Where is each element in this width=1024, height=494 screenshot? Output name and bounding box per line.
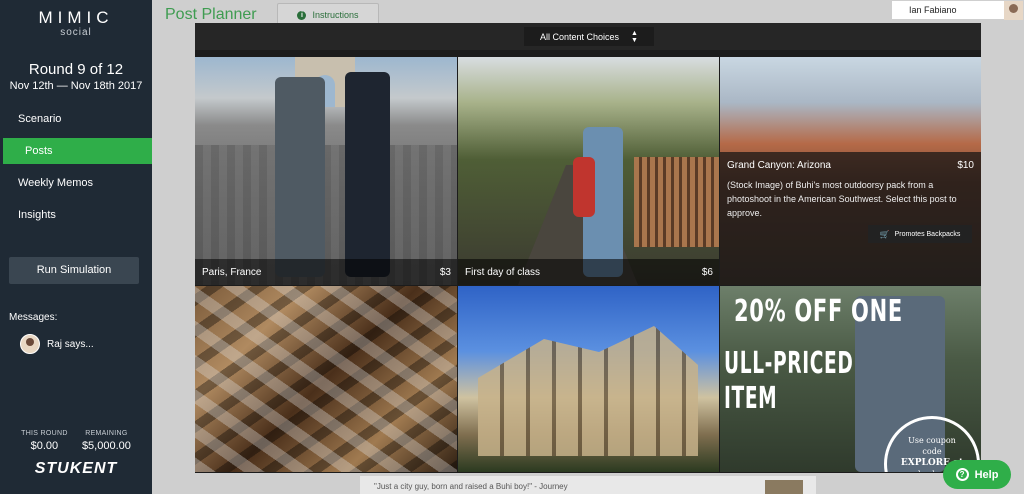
content-tile-promo[interactable]: 20% OFF ONE ULL-PRICED ITEM Use coupon c…	[720, 286, 981, 472]
app-logo[interactable]: MIMIC social	[0, 8, 152, 38]
promo-headline: 20% OFF ONE	[734, 294, 903, 329]
logo-sub-text: social	[60, 27, 92, 38]
help-label: Help	[974, 468, 999, 481]
fence-image	[634, 157, 719, 247]
sidebar: MIMIC social Round 9 of 12 Nov 12th — No…	[0, 0, 152, 494]
sort-caret-icon: ▲ ▼	[631, 29, 638, 44]
remaining-budget: REMAINING $5,000.00	[82, 430, 131, 452]
sidebar-item-insights[interactable]: Insights	[0, 202, 152, 234]
tile-description: (Stock Image) of Buhi's most outdoorsy p…	[727, 180, 957, 218]
post-preview-thumbnail	[765, 480, 803, 494]
page-title: Post Planner	[165, 6, 257, 23]
tile-detail-overlay: Grand Canyon: Arizona $10 (Stock Image) …	[720, 152, 981, 285]
user-name: Ian Fabiano	[909, 5, 957, 15]
content-tile-grand-canyon[interactable]: Grand Canyon: Arizona $10 (Stock Image) …	[720, 57, 981, 285]
info-icon: i	[297, 10, 307, 20]
content-filter-value: All Content Choices	[540, 31, 620, 42]
content-tile-paris[interactable]: Paris, France $3	[195, 57, 457, 285]
round-indicator: Round 9 of 12	[28, 61, 124, 78]
avatar	[20, 334, 40, 354]
help-button[interactable]: ? Help	[943, 460, 1011, 489]
messages-label: Messages:	[9, 312, 58, 323]
coupon-line: Use coupon	[908, 436, 956, 445]
tile-price: $6	[701, 266, 713, 278]
tile-caption: First day of class $6	[458, 259, 719, 285]
this-round-label: THIS ROUND	[21, 430, 68, 437]
this-round-value: $0.00	[30, 440, 59, 452]
budget-summary: THIS ROUND $0.00 REMAINING $5,000.00	[0, 430, 152, 452]
run-simulation-button[interactable]: Run Simulation	[9, 257, 139, 284]
this-round-budget: THIS ROUND $0.00	[21, 430, 68, 452]
brand-logo: STUKENT	[34, 460, 118, 477]
content-tile-architecture[interactable]	[195, 286, 457, 472]
sidebar-item-posts[interactable]: Posts	[3, 138, 152, 164]
backpack-image	[573, 157, 595, 217]
sidebar-item-weekly-memos[interactable]: Weekly Memos	[0, 170, 152, 202]
building-image	[478, 326, 698, 456]
sidebar-item-scenario[interactable]: Scenario	[0, 106, 152, 138]
user-menu[interactable]: Ian Fabiano	[891, 0, 1024, 20]
promo-subheadline: ULL-PRICED ITEM	[724, 346, 854, 416]
tile-price: $3	[439, 266, 451, 278]
tile-title: Grand Canyon: Arizona	[727, 160, 831, 171]
content-tile-first-day[interactable]: First day of class $6	[458, 57, 719, 285]
tile-title: First day of class	[465, 266, 541, 278]
message-item[interactable]: Raj says...	[20, 334, 94, 354]
person-image	[345, 72, 390, 277]
tile-price: $10	[957, 160, 974, 171]
coupon-line: code	[922, 447, 942, 456]
avatar	[1004, 0, 1023, 20]
cart-icon: 🛒	[879, 229, 890, 239]
remaining-value: $5,000.00	[81, 440, 131, 452]
promotes-backpacks-button[interactable]: 🛒 Promotes Backpacks	[868, 225, 972, 243]
content-tile-habitat[interactable]	[458, 286, 719, 472]
facade-pattern	[195, 286, 457, 472]
tile-caption: Paris, France $3	[195, 259, 457, 285]
round-dates: Nov 12th — Nov 18th 2017	[9, 80, 143, 92]
tile-detail-header: Grand Canyon: Arizona $10	[727, 160, 974, 171]
modal-toolbar: All Content Choices ▲ ▼	[195, 23, 981, 50]
content-filter-select[interactable]: All Content Choices ▲ ▼	[524, 27, 654, 46]
post-preview-strip: "Just a city guy, born and raised a Buhi…	[360, 476, 816, 494]
person-image	[275, 77, 325, 277]
message-text: Raj says...	[47, 338, 94, 350]
instructions-label: Instructions	[312, 10, 359, 20]
content-choices-modal: All Content Choices ▲ ▼ Paris, France $3 …	[195, 23, 981, 473]
logo-main-text: MIMIC	[38, 8, 114, 27]
tile-title: Paris, France	[202, 266, 262, 278]
help-icon: ?	[955, 468, 969, 481]
remaining-label: REMAINING	[85, 430, 128, 437]
sidebar-nav: Scenario Posts Weekly Memos Insights	[0, 106, 152, 234]
promote-label: Promotes Backpacks	[894, 230, 961, 238]
